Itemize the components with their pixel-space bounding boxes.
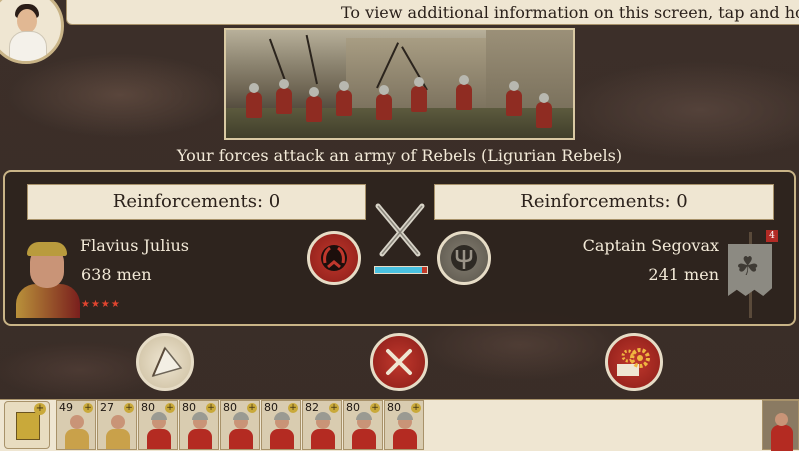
- enemy-army-banner[interactable]: ☘ 4: [722, 230, 778, 318]
- unit-card[interactable]: 80 +: [220, 400, 260, 450]
- unit-count: 80: [223, 401, 237, 414]
- army-flag-icon: [16, 412, 40, 440]
- autoresolve-button[interactable]: [605, 333, 663, 391]
- trident-icon[interactable]: [437, 231, 491, 285]
- unit-card[interactable]: 49 +: [56, 400, 96, 450]
- unit-count: 27: [100, 401, 114, 414]
- enemy-unit-card[interactable]: [762, 400, 799, 451]
- plus-icon: +: [247, 403, 257, 413]
- unit-card[interactable]: 80 +: [138, 400, 178, 450]
- unit-card[interactable]: 82 +: [302, 400, 342, 450]
- crossed-swords-icon: [386, 349, 412, 375]
- battle-caption: Your forces attack an army of Rebels (Li…: [176, 146, 623, 165]
- player-general-portrait[interactable]: [12, 238, 80, 318]
- plus-icon: +: [124, 403, 134, 413]
- unit-count: 80: [264, 401, 278, 414]
- unit-card[interactable]: 27 +: [97, 400, 137, 450]
- info-text: To view additional information on this s…: [341, 3, 799, 22]
- unit-card[interactable]: 80 +: [343, 400, 383, 450]
- unit-count: 49: [59, 401, 73, 414]
- info-banner: To view additional information on this s…: [66, 0, 799, 25]
- gears-icon: [617, 348, 650, 376]
- retreat-button[interactable]: [136, 333, 194, 391]
- plus-icon: +: [370, 403, 380, 413]
- enemy-reinforcements: Reinforcements: 0: [434, 184, 774, 220]
- laurel-wreath-icon[interactable]: [307, 231, 361, 285]
- player-commander-name: Flavius Julius: [80, 236, 189, 255]
- plus-icon: +: [165, 403, 175, 413]
- plus-icon: +: [83, 403, 93, 413]
- unit-card[interactable]: 80 +: [384, 400, 424, 450]
- enemy-strength-fill: [421, 267, 427, 273]
- battle-illustration: [224, 28, 575, 140]
- strength-balance-bar: [374, 266, 428, 274]
- plus-icon: +: [288, 403, 298, 413]
- plus-icon: +: [411, 403, 421, 413]
- unit-count: 80: [387, 401, 401, 414]
- unit-count: 80: [346, 401, 360, 414]
- unit-count: 80: [141, 401, 155, 414]
- player-reinforcements: Reinforcements: 0: [27, 184, 366, 220]
- player-men-count: 638 men: [81, 265, 152, 284]
- unit-count: 80: [182, 401, 196, 414]
- knot-icon: ☘: [736, 252, 760, 282]
- unit-count: 82: [305, 401, 319, 414]
- plus-icon: +: [34, 403, 46, 415]
- crossed-swords-icon: [372, 200, 428, 262]
- enemy-banner-tag: 4: [766, 230, 778, 242]
- plus-icon: +: [206, 403, 216, 413]
- player-rank-stars: ★★★★: [81, 299, 121, 310]
- unit-card[interactable]: 80 +: [261, 400, 301, 450]
- fight-battle-button[interactable]: [370, 333, 428, 391]
- unit-card[interactable]: 80 +: [179, 400, 219, 450]
- plus-icon: +: [329, 403, 339, 413]
- white-flag-icon: [151, 346, 183, 378]
- army-banner-card[interactable]: +: [4, 401, 50, 449]
- enemy-commander-name: Captain Segovax: [582, 236, 719, 255]
- enemy-men-count: 241 men: [648, 265, 719, 284]
